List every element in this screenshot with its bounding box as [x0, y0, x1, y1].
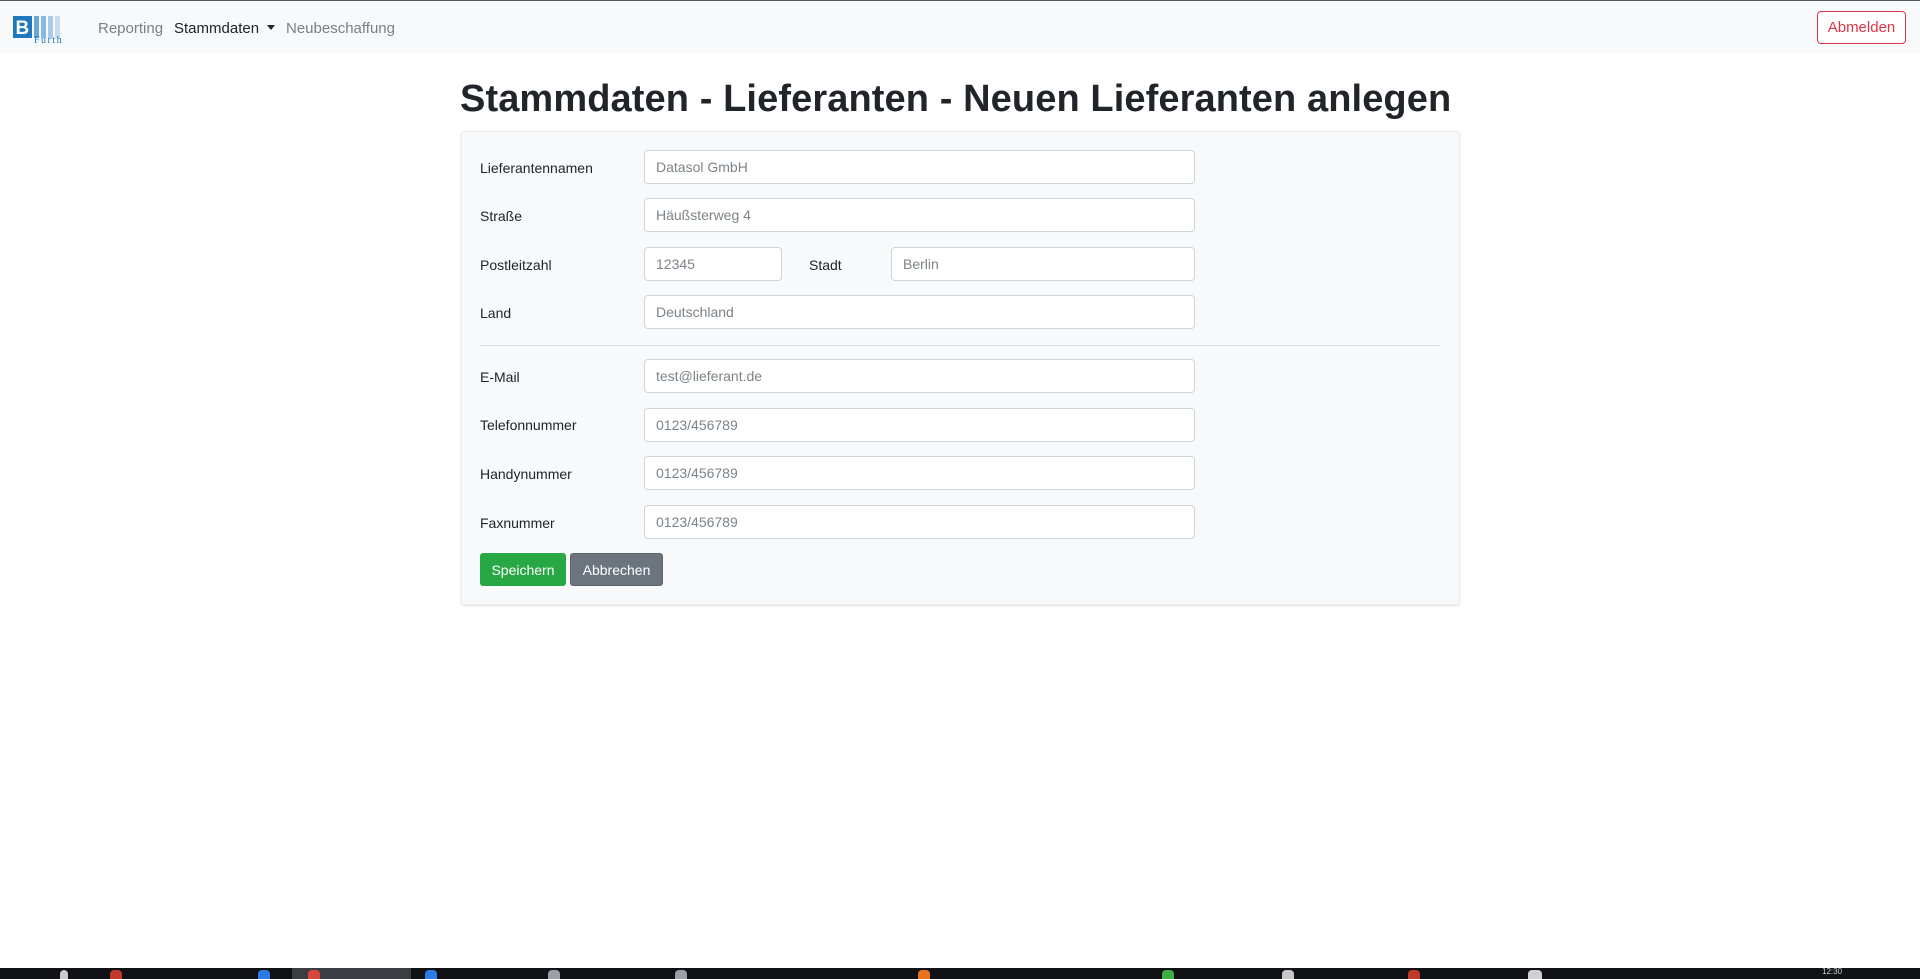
- logout-button[interactable]: Abmelden: [1817, 11, 1906, 44]
- country-label: Land: [480, 305, 512, 321]
- os-taskbar: 12:30: [0, 967, 1920, 979]
- taskbar-app-icon[interactable]: [1282, 970, 1294, 979]
- supplier-form: Lieferantennamen Straße Postleitzahl Sta…: [461, 131, 1460, 605]
- phone-label: Telefonnummer: [480, 417, 577, 433]
- zip-input[interactable]: [644, 247, 782, 281]
- taskbar-app-icon[interactable]: [548, 970, 560, 979]
- nav-neubeschaffung[interactable]: Neubeschaffung: [286, 20, 395, 37]
- taskbar-app-icon[interactable]: [110, 970, 122, 979]
- taskbar-clock[interactable]: 12:30: [1822, 967, 1842, 976]
- taskbar-app-icon[interactable]: [258, 970, 270, 979]
- cancel-button[interactable]: Abbrechen: [570, 553, 663, 586]
- save-button[interactable]: Speichern: [480, 553, 566, 586]
- logo-icon: B Furth: [13, 16, 63, 46]
- taskbar-app-icon[interactable]: [918, 970, 930, 979]
- country-input[interactable]: [644, 295, 1195, 329]
- nav-stammdaten-label: Stammdaten: [174, 20, 260, 37]
- browser-icon[interactable]: [308, 970, 320, 979]
- taskbar-app-icon[interactable]: [1162, 970, 1174, 979]
- city-input[interactable]: [891, 247, 1195, 281]
- nav-reporting[interactable]: Reporting: [98, 20, 163, 37]
- taskbar-app-icon[interactable]: [1408, 970, 1420, 979]
- street-input[interactable]: [644, 198, 1195, 232]
- form-divider: [480, 345, 1441, 346]
- nav-stammdaten-dropdown[interactable]: Stammdaten: [174, 20, 276, 37]
- taskbar-app-icon[interactable]: [425, 970, 437, 979]
- logo-text: Furth: [34, 35, 63, 44]
- mobile-input[interactable]: [644, 456, 1195, 490]
- phone-input[interactable]: [644, 408, 1195, 442]
- taskbar-app-icon[interactable]: [1528, 970, 1542, 979]
- email-label: E-Mail: [480, 369, 520, 385]
- email-input[interactable]: [644, 359, 1195, 393]
- start-icon[interactable]: [60, 970, 68, 979]
- navbar: B Furth Reporting Stammdaten Neubeschaff…: [0, 1, 1920, 53]
- fax-label: Faxnummer: [480, 515, 555, 531]
- page-title: Stammdaten - Lieferanten - Neuen Liefera…: [460, 78, 1452, 120]
- caret-down-icon: [267, 25, 276, 30]
- fax-input[interactable]: [644, 505, 1195, 539]
- supplier-name-input[interactable]: [644, 150, 1195, 184]
- taskbar-app-icon[interactable]: [675, 970, 687, 979]
- brand-logo[interactable]: B Furth: [13, 16, 77, 46]
- mobile-label: Handynummer: [480, 466, 572, 482]
- name-label: Lieferantennamen: [480, 160, 593, 176]
- svg-text:B: B: [16, 18, 30, 39]
- city-label: Stadt: [809, 257, 842, 273]
- zip-label: Postleitzahl: [480, 257, 552, 273]
- street-label: Straße: [480, 208, 523, 224]
